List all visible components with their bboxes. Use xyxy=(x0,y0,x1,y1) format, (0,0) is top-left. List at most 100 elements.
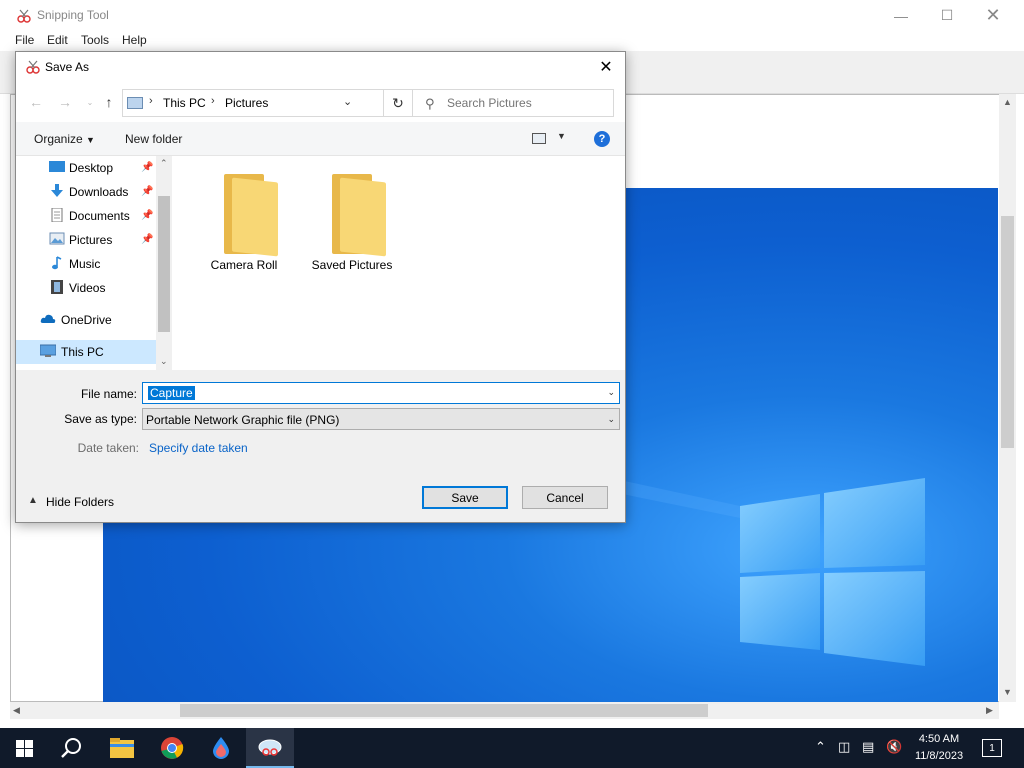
navigation-bar: ← → ⌄ ↑ › This PC › Pictures ⌄ ↻ ⚲ xyxy=(16,82,625,122)
clock-date: 11/8/2023 xyxy=(914,750,964,762)
view-options-icon[interactable] xyxy=(532,133,546,144)
nav-item-music[interactable]: Music xyxy=(16,252,156,276)
back-arrow-icon[interactable]: ← xyxy=(26,90,46,114)
save-type-value: Portable Network Graphic file (PNG) xyxy=(146,413,340,427)
computer-icon xyxy=(40,344,56,357)
date-taken-label: Date taken: xyxy=(77,441,139,455)
nav-item-onedrive[interactable]: OneDrive xyxy=(16,308,156,332)
dialog-title: Save As xyxy=(45,60,90,74)
pin-icon: 📌 xyxy=(141,234,154,245)
chevron-down-icon: ▼ xyxy=(86,135,95,145)
nav-item-pictures[interactable]: Pictures 📌 xyxy=(16,228,156,252)
scroll-up-icon[interactable]: ⌃ xyxy=(160,158,168,169)
taskbar-snipping-tool[interactable] xyxy=(246,728,294,768)
taskbar-chrome[interactable] xyxy=(148,728,196,768)
chevron-down-icon[interactable]: ⌄ xyxy=(607,414,615,425)
dialog-titlebar[interactable]: Save As ✕ xyxy=(16,52,625,82)
navigation-pane: Desktop 📌 Downloads 📌 Documents 📌 Pictur… xyxy=(16,156,172,370)
nav-item-this-pc[interactable]: This PC xyxy=(16,340,156,364)
folder-saved-pictures[interactable]: Saved Pictures xyxy=(298,172,406,272)
paint-drop-icon xyxy=(213,737,229,759)
nav-item-desktop[interactable]: Desktop 📌 xyxy=(16,156,156,180)
taskbar-paint-app[interactable] xyxy=(197,728,245,768)
command-bar: Organize ▼ New folder ▼ ? xyxy=(16,122,625,156)
chevron-down-icon[interactable]: ⌄ xyxy=(607,387,615,398)
computer-icon xyxy=(127,97,143,109)
save-type-select[interactable]: Portable Network Graphic file (PNG) ⌄ xyxy=(142,408,620,430)
vertical-scroll-thumb[interactable] xyxy=(1001,216,1014,448)
volume-muted-icon[interactable]: 🔇 xyxy=(886,739,902,755)
menu-file[interactable]: File xyxy=(15,33,34,47)
hide-folders-label: Hide Folders xyxy=(46,495,115,509)
show-hidden-icons-icon[interactable]: ⌃ xyxy=(815,739,826,755)
file-explorer-icon xyxy=(110,738,134,758)
nav-item-documents[interactable]: Documents 📌 xyxy=(16,204,156,228)
specify-date-link[interactable]: Specify date taken xyxy=(149,441,248,455)
taskbar-clock[interactable]: 4:50 AM 11/8/2023 xyxy=(910,731,968,765)
save-form: File name: Capture ⌄ Save as type: Porta… xyxy=(16,370,625,522)
nav-item-label: Videos xyxy=(69,281,106,295)
scroll-down-icon[interactable]: ▼ xyxy=(1003,687,1012,697)
dialog-close-button[interactable]: ✕ xyxy=(594,56,618,78)
refresh-icon[interactable]: ↻ xyxy=(383,89,413,117)
close-window-button[interactable]: ✕ xyxy=(970,0,1016,31)
search-box[interactable]: ⚲ xyxy=(412,89,614,117)
recent-locations-icon[interactable]: ⌄ xyxy=(80,90,100,114)
hide-folders-button[interactable]: ▲ Hide Folders xyxy=(28,494,128,512)
cancel-button[interactable]: Cancel xyxy=(522,486,608,509)
view-dropdown-icon[interactable]: ▼ xyxy=(557,131,566,141)
new-folder-button[interactable]: New folder xyxy=(125,132,182,146)
file-name-field[interactable]: Capture ⌄ xyxy=(142,382,620,404)
horizontal-scroll-thumb[interactable] xyxy=(180,704,708,717)
start-button[interactable] xyxy=(0,728,48,768)
network-icon[interactable]: ▤ xyxy=(862,739,874,755)
pin-icon: 📌 xyxy=(141,162,154,173)
taskbar-file-explorer[interactable] xyxy=(98,728,146,768)
breadcrumb-this-pc[interactable]: This PC xyxy=(163,96,206,110)
help-icon[interactable]: ? xyxy=(594,131,610,147)
nav-item-label: Pictures xyxy=(69,233,113,247)
search-icon xyxy=(61,738,81,758)
chrome-icon xyxy=(161,737,184,759)
notification-center-icon[interactable]: 1 xyxy=(982,739,1002,757)
snipping-tool-titlebar[interactable]: Snipping Tool — ☐ ✕ xyxy=(0,0,1024,31)
menu-help[interactable]: Help xyxy=(122,33,147,47)
navigation-pane-scrollbar[interactable]: ⌃ ⌄ xyxy=(156,156,172,370)
breadcrumb-pictures[interactable]: Pictures xyxy=(225,96,268,110)
address-bar[interactable]: › This PC › Pictures ⌄ xyxy=(122,89,384,117)
maximize-button[interactable]: ☐ xyxy=(924,0,970,31)
address-dropdown-icon[interactable]: ⌄ xyxy=(343,95,352,108)
nav-item-videos[interactable]: Videos xyxy=(16,276,156,300)
nav-scroll-thumb[interactable] xyxy=(158,196,170,332)
organize-button[interactable]: Organize ▼ xyxy=(34,132,95,146)
file-name-value[interactable]: Capture xyxy=(148,386,195,400)
nav-item-label: Desktop xyxy=(69,161,114,175)
pictures-icon xyxy=(49,232,65,245)
save-button[interactable]: Save xyxy=(422,486,508,509)
nav-item-downloads[interactable]: Downloads 📌 xyxy=(16,180,156,204)
up-arrow-icon[interactable]: ↑ xyxy=(99,90,119,114)
notification-count: 1 xyxy=(989,742,995,754)
minimize-button[interactable]: — xyxy=(878,0,924,31)
menu-tools[interactable]: Tools xyxy=(81,33,109,47)
menu-edit[interactable]: Edit xyxy=(47,33,68,47)
taskbar-search-button[interactable] xyxy=(48,728,96,768)
search-input[interactable] xyxy=(447,94,607,112)
horizontal-scrollbar[interactable]: ◀ ▶ xyxy=(10,702,999,719)
folder-label: Saved Pictures xyxy=(311,258,393,272)
nav-item-label: Downloads xyxy=(69,185,129,199)
security-icon[interactable]: ◫ xyxy=(838,739,850,755)
breadcrumb-chevron-icon[interactable]: › xyxy=(149,95,153,107)
forward-arrow-icon[interactable]: → xyxy=(55,90,75,114)
scroll-down-icon[interactable]: ⌄ xyxy=(160,356,168,367)
scroll-right-icon[interactable]: ▶ xyxy=(986,705,993,716)
folder-camera-roll[interactable]: Camera Roll xyxy=(190,172,298,272)
snipping-tool-icon xyxy=(258,739,282,756)
scroll-up-icon[interactable]: ▲ xyxy=(1003,97,1012,107)
save-type-label: Save as type: xyxy=(64,412,137,426)
breadcrumb-chevron-icon[interactable]: › xyxy=(211,95,215,107)
pin-icon: 📌 xyxy=(141,186,154,197)
scroll-left-icon[interactable]: ◀ xyxy=(13,705,20,716)
vertical-scrollbar[interactable]: ▲ ▼ xyxy=(999,94,1016,702)
film-icon xyxy=(51,280,63,294)
